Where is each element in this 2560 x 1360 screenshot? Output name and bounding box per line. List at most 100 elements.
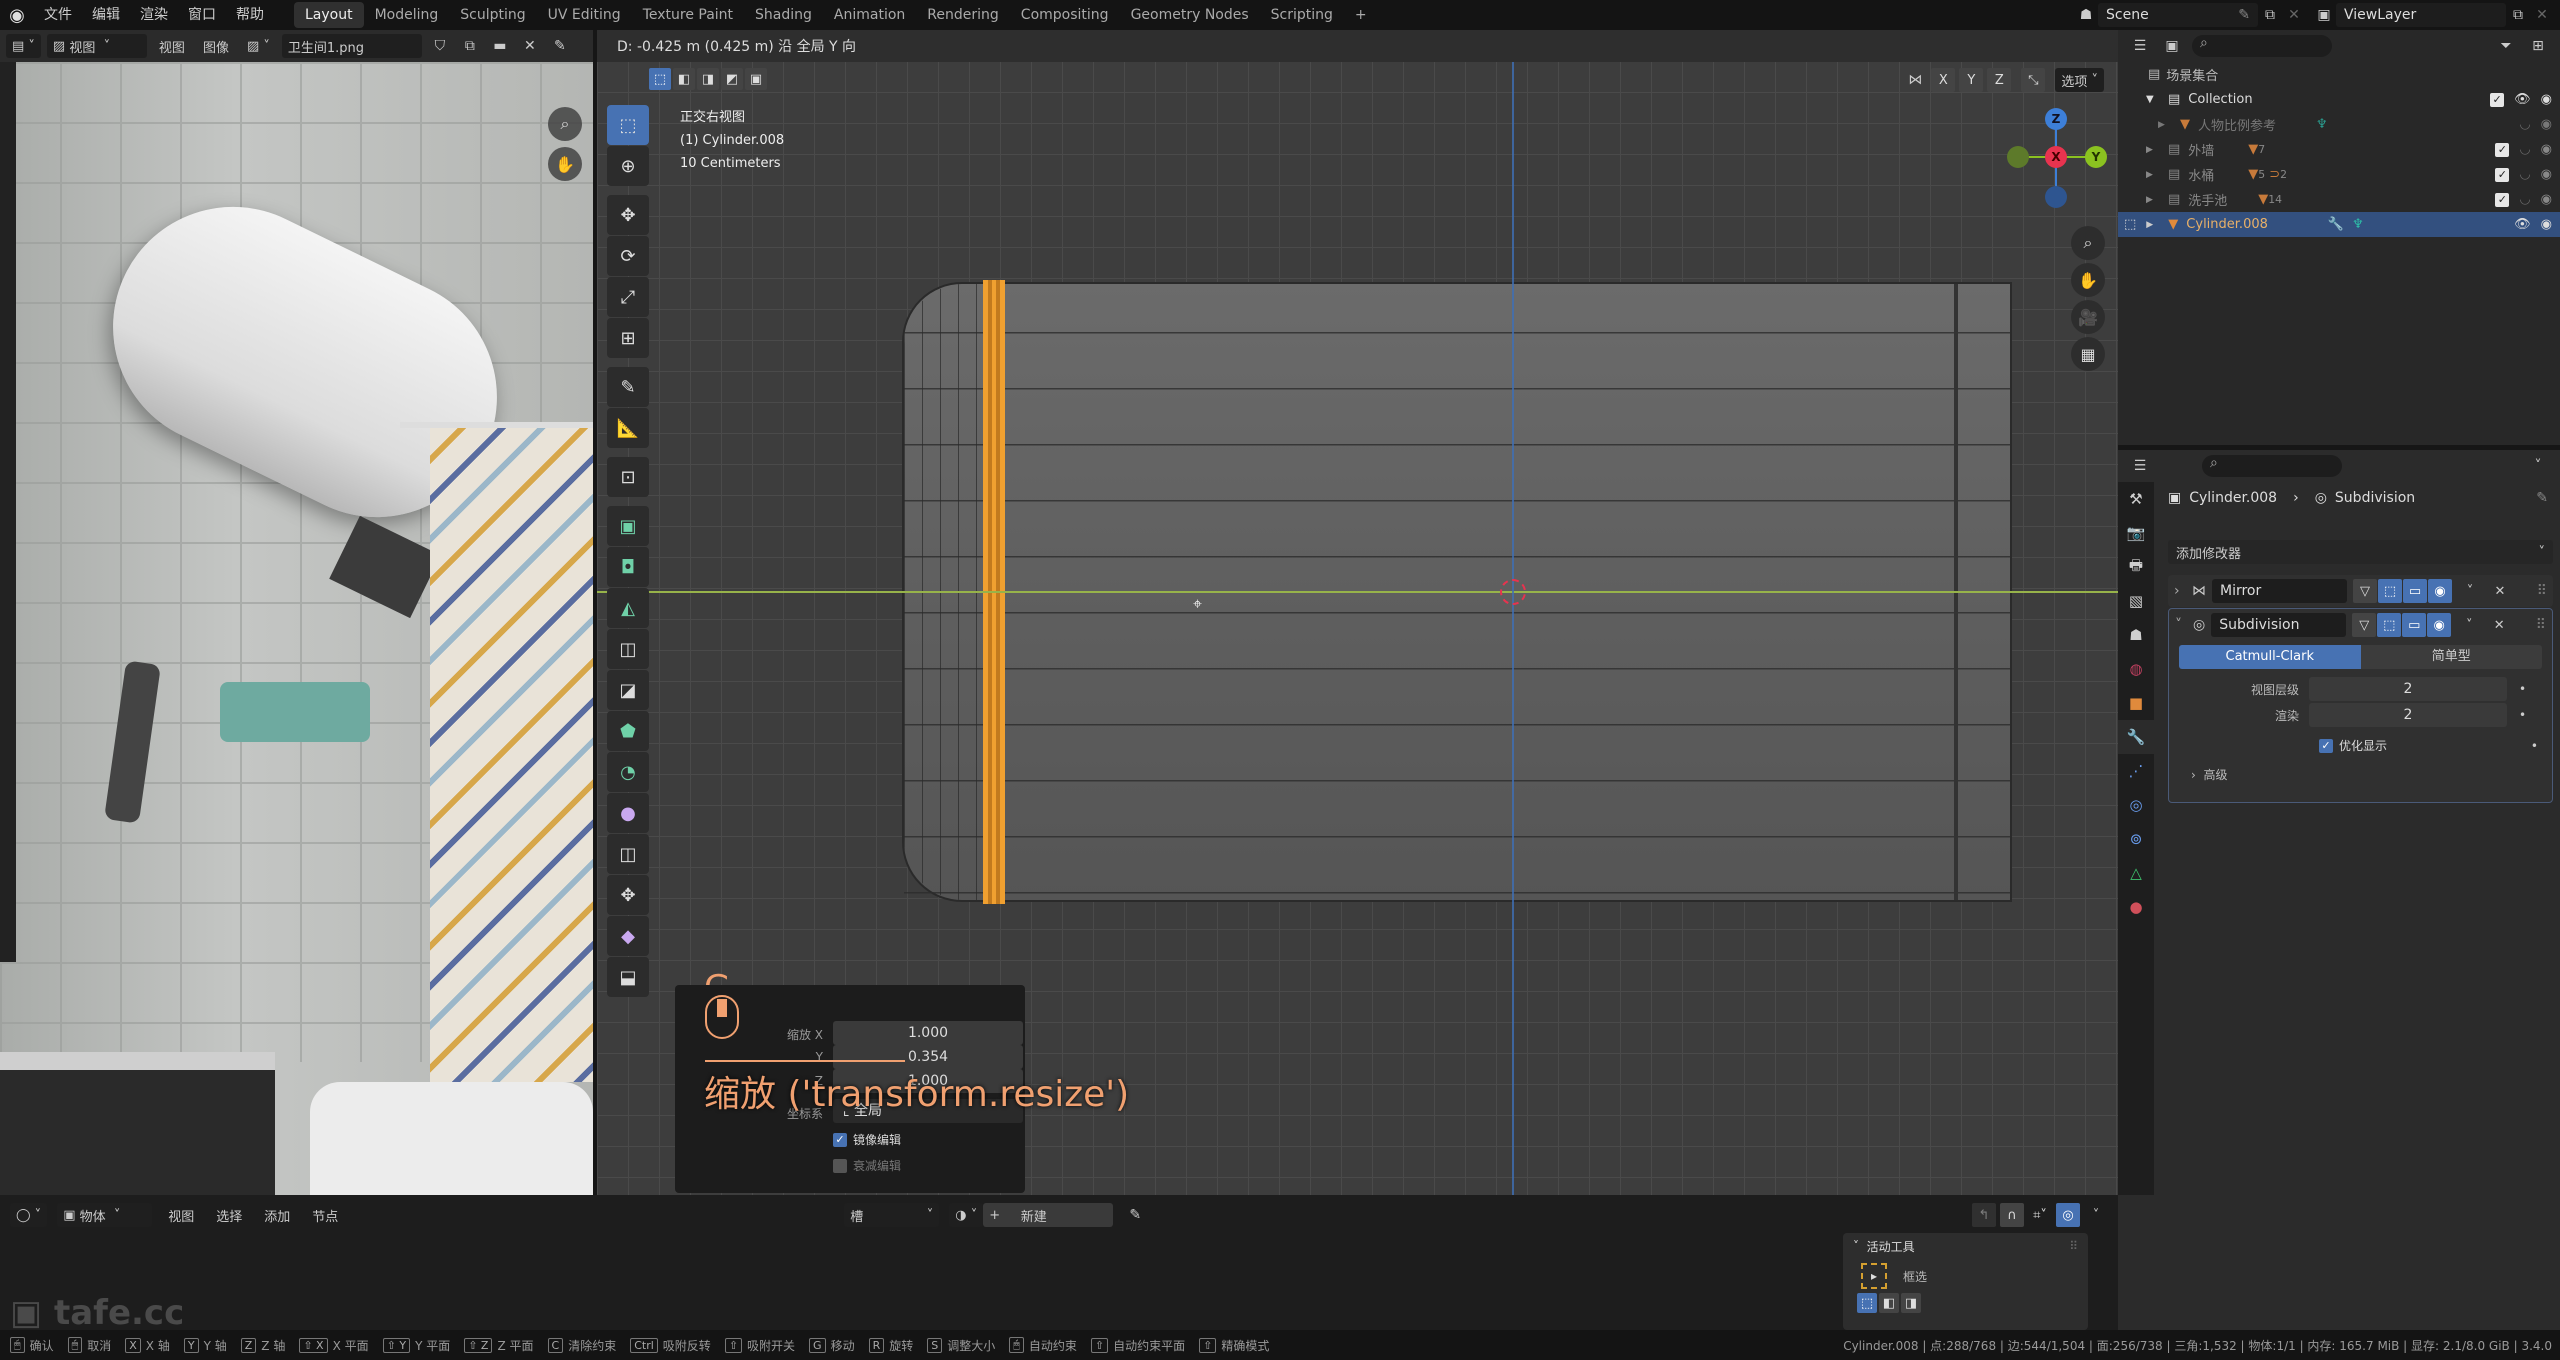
exclude-checkbox[interactable]: ✓ [2495, 167, 2510, 182]
select-new-icon[interactable]: ⬚ [649, 68, 671, 90]
render-tab-icon[interactable]: 📷 [2118, 516, 2154, 550]
data-tab-icon[interactable]: △ [2118, 856, 2154, 890]
menu-window[interactable]: 窗口 [178, 0, 226, 30]
outliner-row-collection[interactable]: ▼ ▤ Collection ✓ 👁 ◉ [2118, 87, 2560, 112]
bevel-tool[interactable]: ◭ [607, 588, 649, 628]
select-extend-icon[interactable]: ◧ [673, 68, 695, 90]
chevron-down-icon[interactable]: ˅ [2526, 454, 2550, 478]
snap-mode-icon[interactable]: ⌗˅ [2028, 1203, 2052, 1227]
tab-shading[interactable]: Shading [744, 2, 823, 28]
expand-chevron-icon[interactable]: › [2174, 583, 2186, 599]
select-invert-icon[interactable]: ◩ [721, 68, 743, 90]
material-browse-icon[interactable]: ◑ ˅ [949, 1203, 984, 1227]
unlink-image-icon[interactable]: ✕ [518, 34, 542, 58]
menu-help[interactable]: 帮助 [226, 0, 274, 30]
expand-arrow-icon[interactable]: ▶ [2146, 220, 2160, 230]
menu-file[interactable]: 文件 [34, 0, 82, 30]
menu-edit[interactable]: 编辑 [82, 0, 130, 30]
menu-view[interactable]: 视图 [153, 34, 191, 58]
pin-icon[interactable]: ✎ [2536, 490, 2548, 506]
exclude-checkbox[interactable]: ✓ [2490, 92, 2505, 107]
smooth-tool[interactable]: ● [607, 793, 649, 833]
chevron-down-icon[interactable]: ˅ [2084, 1203, 2108, 1227]
inset-tool[interactable]: ◘ [607, 547, 649, 587]
select-subtract-icon[interactable]: ◨ [697, 68, 719, 90]
scene-selector[interactable]: Scene ✎ [2098, 3, 2258, 27]
new-view-layer-icon[interactable]: ⧉ [2506, 3, 2530, 27]
new-image-icon[interactable]: ⧉ [458, 34, 482, 58]
transform-tool[interactable]: ⊞ [607, 318, 649, 358]
auto-merge-icon[interactable]: ⤡ [2021, 68, 2046, 92]
menu-image[interactable]: 图像 [197, 34, 235, 58]
modifier-name-field[interactable]: Subdivision [2211, 613, 2347, 637]
expand-arrow-icon[interactable]: ▶ [2146, 145, 2160, 155]
extrude-tool[interactable]: ▣ [607, 506, 649, 546]
expand-arrow-icon[interactable]: ▼ [2146, 94, 2160, 105]
scale-x-field[interactable]: 1.000 [833, 1021, 1023, 1045]
expand-chevron-icon[interactable]: ˅ [2175, 617, 2187, 633]
render-levels-field[interactable]: 2 [2309, 703, 2507, 727]
keyframe-dot-icon[interactable]: • [2519, 708, 2526, 722]
axis-x-toggle[interactable]: X [1931, 68, 1956, 92]
image-browse-icon[interactable]: ▨ ˅ [241, 34, 276, 58]
close-icon[interactable]: ✕ [2487, 613, 2511, 637]
tab-layout[interactable]: Layout [294, 2, 364, 28]
realtime-toggle[interactable]: ▭ [2402, 613, 2427, 637]
snap-icon[interactable]: ∩ [2000, 1203, 2024, 1227]
shear-tool[interactable]: ◆ [607, 916, 649, 956]
catmull-clark-button[interactable]: Catmull-Clark [2179, 645, 2361, 669]
3d-viewport[interactable]: D: -0.425 m (0.425 m) 沿 全局 Y 向 ⬚ ◧ ◨ ◩ ▣… [597, 30, 2118, 1195]
edit-cage-icon[interactable]: ▽ [2352, 613, 2377, 637]
camera-icon[interactable]: ◉ [2541, 167, 2552, 182]
axis-z-toggle[interactable]: Z [1987, 68, 2012, 92]
tab-rendering[interactable]: Rendering [916, 2, 1010, 28]
open-image-icon[interactable]: ▬ [488, 34, 512, 58]
pin-icon[interactable]: ✎ [548, 34, 572, 58]
chevron-down-icon[interactable]: ˅ [2457, 613, 2481, 637]
close-icon[interactable]: ✕ [2488, 579, 2512, 603]
output-tab-icon[interactable]: 🖶 [2118, 550, 2154, 584]
outliner-row-object[interactable]: ▶ ▼ 人物比例参考 ♆ ◡ ◉ [2118, 112, 2560, 137]
pan-hand-icon[interactable]: ✋ [2071, 263, 2105, 297]
tab-sculpting[interactable]: Sculpting [449, 2, 536, 28]
object-mode-dropdown[interactable]: ▣ 物体 ˅ [57, 1203, 153, 1227]
eye-icon[interactable]: 👁 [2514, 217, 2531, 232]
view-mode-dropdown[interactable]: ▨ 视图 ˅ [46, 34, 147, 58]
tab-compositing[interactable]: Compositing [1010, 2, 1120, 28]
new-scene-icon[interactable]: ⧉ [2258, 3, 2282, 27]
zoom-icon[interactable]: ⌕ [2071, 226, 2105, 260]
editor-type-icon[interactable]: ◯ ˅ [10, 1203, 48, 1227]
options-dropdown[interactable]: 选项 ˅ [2055, 68, 2104, 92]
advanced-subpanel[interactable]: › 高级 [2169, 766, 2552, 783]
ortho-grid-icon[interactable]: ▦ [2071, 337, 2105, 371]
mirror-edit-checkbox[interactable]: ✓ 镜像编辑 [833, 1131, 901, 1148]
physics-tab-icon[interactable]: ◎ [2118, 788, 2154, 822]
add-modifier-dropdown[interactable]: 添加修改器 ˅ [2168, 540, 2553, 564]
slot-dropdown[interactable]: 槽 ˅ [844, 1203, 940, 1227]
loop-cut-tool[interactable]: ◫ [607, 629, 649, 669]
rotate-tool[interactable]: ⟳ [607, 236, 649, 276]
simple-button[interactable]: 简单型 [2360, 645, 2542, 669]
proportional-edit-checkbox[interactable]: 衰减编辑 [833, 1157, 901, 1174]
optimal-display-checkbox[interactable]: ✓ 优化显示 • [2169, 737, 2552, 754]
overlay-icon[interactable]: ◎ [2056, 1203, 2080, 1227]
eye-closed-icon[interactable]: ◡ [2519, 192, 2530, 207]
tab-modeling[interactable]: Modeling [364, 2, 450, 28]
display-mode-icon[interactable]: ☰ [2128, 34, 2152, 58]
view-layer-icon[interactable]: ▣ [2312, 3, 2336, 27]
add-cube-tool[interactable]: ⊡ [607, 457, 649, 497]
expand-arrow-icon[interactable]: ▶ [2146, 195, 2160, 205]
image-name-field[interactable]: 卫生间1.png [281, 34, 422, 58]
filter-icon[interactable]: ⏷ [2494, 34, 2518, 58]
rip-tool[interactable]: ⬓ [607, 957, 649, 997]
eye-closed-icon[interactable]: ◡ [2519, 167, 2530, 182]
3d-cursor-icon[interactable] [1500, 579, 1526, 605]
gizmo-z-axis[interactable]: Z [2045, 108, 2067, 130]
properties-search-input[interactable]: ⌕ [2202, 455, 2342, 477]
active-tool-row[interactable]: ▸ 框选 [1843, 1259, 2088, 1293]
outliner-row-cylinder[interactable]: ⬚ ▶ ▼ Cylinder.008 🔧 ♆ 👁 ◉ [2118, 212, 2560, 237]
axis-y-toggle[interactable]: Y [1959, 68, 1984, 92]
active-tool-header[interactable]: ˅ 活动工具 ⠿ [1843, 1233, 2088, 1259]
gizmo-y-axis[interactable]: Y [2085, 146, 2107, 168]
move-tool[interactable]: ✥ [607, 195, 649, 235]
